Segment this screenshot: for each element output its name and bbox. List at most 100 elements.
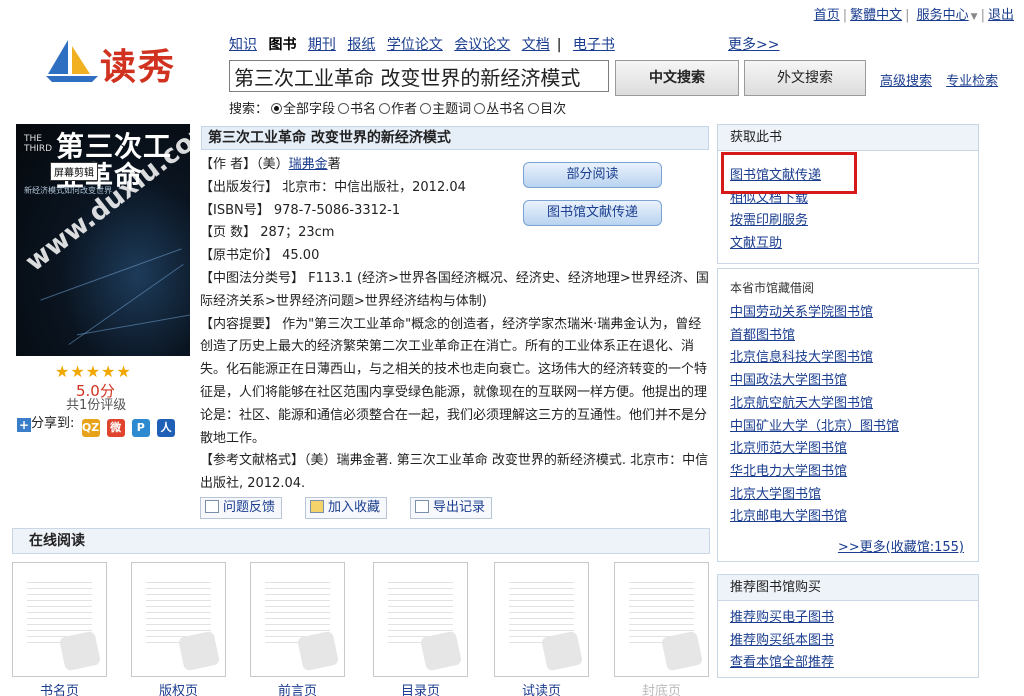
rating-stars[interactable]: ★★★★★ <box>55 362 132 381</box>
clc-row: 【中图法分类号】 F113.1 (经济>世界各国经济概况、经济史、经济地理>世界… <box>200 270 709 309</box>
library-link[interactable]: 华北电力大学图书馆 <box>730 461 899 484</box>
abstract-row: 【内容提要】 作为"第三次工业革命"概念的创造者，经济学家杰瑞米·瑞弗金认为，曾… <box>200 316 708 446</box>
star-folder-icon <box>310 500 324 513</box>
buy-print-link[interactable]: 推荐购买纸本图书 <box>730 630 834 653</box>
cat-ebooks[interactable]: 电子书 <box>573 37 615 53</box>
radio-title[interactable] <box>338 103 350 114</box>
professional-search-link[interactable]: 专业检索 <box>946 74 998 89</box>
thumb-label[interactable]: 版权页 <box>131 680 226 696</box>
service-center-link[interactable]: 服务中心 <box>917 8 969 23</box>
top-util-bar: 首页 | 繁體中文 | 服务中心 ▼ | 退出 <box>813 8 1014 23</box>
share-label: 分享到: <box>31 416 75 431</box>
search-options: 搜索： 全部字段 书名 作者 主题词 丛书名 目次 <box>229 98 566 117</box>
book-icon <box>660 630 704 672</box>
library-link[interactable]: 北京大学图书馆 <box>730 484 899 507</box>
advanced-links: 高级搜索 专业检索 <box>880 70 1008 89</box>
pengyou-share-icon[interactable]: P <box>131 419 150 437</box>
buy-panel: 推荐图书馆购买 推荐购买电子图书 推荐购买纸本图书 查看本馆全部推荐 <box>717 574 979 678</box>
thumb-title-page[interactable] <box>12 562 107 677</box>
library-link[interactable]: 首都图书馆 <box>730 325 899 348</box>
print-on-demand-link[interactable]: 按需印刷服务 <box>730 210 821 233</box>
cat-docs[interactable]: 文档 <box>522 37 550 53</box>
feedback-label: 问题反馈 <box>223 500 276 515</box>
book-icon <box>419 630 463 672</box>
radio-series[interactable] <box>474 103 486 114</box>
favorite-label: 加入收藏 <box>328 500 381 515</box>
book-icon <box>540 630 584 672</box>
book-icon <box>58 630 102 672</box>
radio-label: 全部字段 <box>283 102 336 117</box>
thumb-label[interactable]: 前言页 <box>250 680 345 696</box>
renren-share-icon[interactable]: 人 <box>156 419 175 437</box>
search-input[interactable] <box>229 60 609 92</box>
thumb-label[interactable]: 封底页 <box>614 680 709 696</box>
foreign-search-button[interactable]: 外文搜索 <box>744 60 866 96</box>
highlight-box <box>721 152 857 194</box>
feedback-button[interactable]: 问题反馈 <box>200 497 283 519</box>
logo-text: 读秀 <box>100 46 177 88</box>
qzone-share-icon[interactable]: QZ <box>81 419 100 437</box>
thumb-label[interactable]: 目录页 <box>373 680 468 696</box>
library-link[interactable]: 中国矿业大学（北京）图书馆 <box>730 416 899 439</box>
radio-toc[interactable] <box>528 103 540 114</box>
cat-theses[interactable]: 学位论文 <box>387 37 443 53</box>
book-cover[interactable]: THE THIRD 第三次工业革命 新经济模式如何改变世界 屏幕剪辑 www.d… <box>16 124 190 356</box>
cat-books[interactable]: 图书 <box>268 37 296 53</box>
thumb-label[interactable]: 书名页 <box>12 680 107 696</box>
cat-newspapers[interactable]: 报纸 <box>347 37 375 53</box>
plus-icon[interactable]: + <box>17 418 31 432</box>
more-libraries-link[interactable]: >>更多(收藏馆:155) <box>838 536 964 555</box>
radio-label: 主题词 <box>432 102 472 117</box>
thumb-label[interactable]: 试读页 <box>494 680 589 696</box>
thumb-copyright-page[interactable] <box>131 562 226 677</box>
export-label: 导出记录 <box>433 500 486 515</box>
logout-link[interactable]: 退出 <box>988 8 1014 23</box>
cat-conference[interactable]: 会议论文 <box>454 37 510 53</box>
cat-knowledge[interactable]: 知识 <box>229 37 257 53</box>
thumb-trial-page[interactable] <box>494 562 589 677</box>
radio-author[interactable] <box>379 103 391 114</box>
author-link[interactable]: 瑞弗金 <box>289 157 328 172</box>
thumb-toc-page[interactable] <box>373 562 468 677</box>
thumb-back-cover[interactable] <box>614 562 709 677</box>
library-link[interactable]: 中国政法大学图书馆 <box>730 370 899 393</box>
author-prefix: （美） <box>256 157 289 172</box>
doc-mutual-aid-link[interactable]: 文献互助 <box>730 233 821 256</box>
author-label: 【作 者】 <box>200 157 257 172</box>
price-row: 【原书定价】 45.00 <box>200 248 320 264</box>
traditional-chinese-link[interactable]: 繁體中文 <box>850 8 902 23</box>
buy-ebook-link[interactable]: 推荐购买电子图书 <box>730 607 834 630</box>
logo[interactable]: 读秀 <box>44 36 194 88</box>
export-button[interactable]: 导出记录 <box>410 497 493 519</box>
library-link[interactable]: 中国劳动关系学院图书馆 <box>730 302 899 325</box>
book-icon <box>296 630 340 672</box>
cat-journals[interactable]: 期刊 <box>308 37 336 53</box>
advanced-search-link[interactable]: 高级搜索 <box>880 74 932 89</box>
more-categories-link[interactable]: 更多>> <box>728 34 779 54</box>
citation-row: 【参考文献格式】（美）瑞弗金著. 第三次工业革命 改变世界的新经济模式. 北京市… <box>200 453 709 492</box>
radio-label: 书名 <box>350 102 377 117</box>
chevron-down-icon[interactable]: ▼ <box>971 12 978 22</box>
online-read-header: 在线阅读 <box>12 528 710 554</box>
chinese-search-button[interactable]: 中文搜索 <box>615 60 739 96</box>
doc-delivery-button[interactable]: 图书馆文献传递 <box>523 200 662 226</box>
screenshot-tag: 屏幕剪辑 <box>50 162 98 181</box>
weibo-share-icon[interactable]: 微 <box>106 419 125 437</box>
thumb-preface-page[interactable] <box>250 562 345 677</box>
radio-all-fields[interactable] <box>271 103 283 114</box>
partial-read-button[interactable]: 部分阅读 <box>523 162 662 188</box>
sailboat-icon <box>46 40 98 82</box>
library-link[interactable]: 北京信息科技大学图书馆 <box>730 347 899 370</box>
buy-links: 推荐购买电子图书 推荐购买纸本图书 查看本馆全部推荐 <box>730 607 834 675</box>
all-recommendations-link[interactable]: 查看本馆全部推荐 <box>730 652 834 675</box>
favorite-button[interactable]: 加入收藏 <box>305 497 388 519</box>
author-suffix: 著 <box>327 157 341 172</box>
library-links: 中国劳动关系学院图书馆 首都图书馆 北京信息科技大学图书馆 中国政法大学图书馆 … <box>730 302 899 529</box>
radio-subject[interactable] <box>420 103 432 114</box>
library-link[interactable]: 北京师范大学图书馆 <box>730 438 899 461</box>
library-link[interactable]: 北京邮电大学图书馆 <box>730 506 899 529</box>
library-link[interactable]: 北京航空航天大学图书馆 <box>730 393 899 416</box>
rating-count: 共1份评级 <box>66 398 127 413</box>
book-title: 第三次工业革命 改变世界的新经济模式 <box>201 126 709 150</box>
home-link[interactable]: 首页 <box>814 8 840 23</box>
